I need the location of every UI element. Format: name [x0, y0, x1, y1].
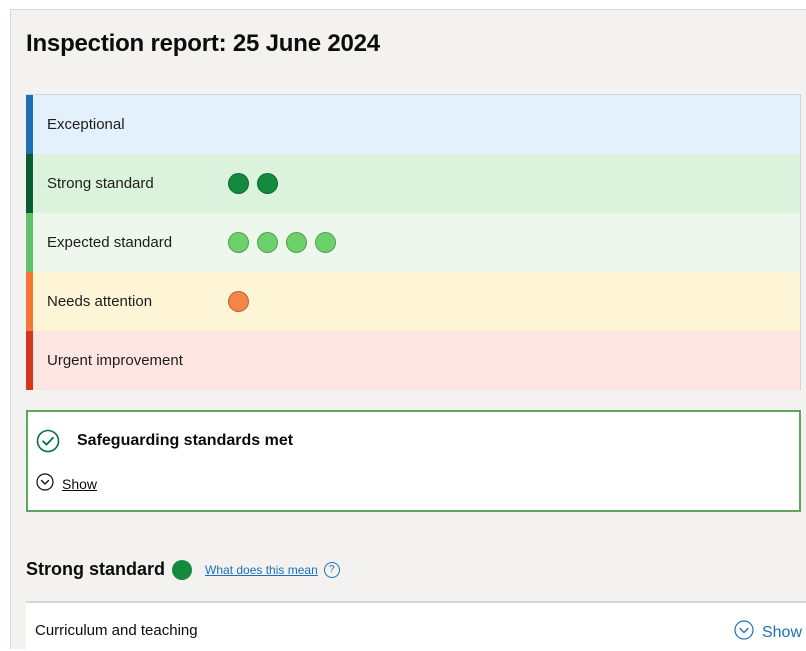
rating-dot [257, 232, 278, 253]
safeguarding-show-toggle[interactable]: Show [36, 473, 97, 494]
scale-row-label: Strong standard [47, 175, 154, 192]
rating-dot [286, 232, 307, 253]
scale-row-label: Urgent improvement [47, 352, 183, 369]
chevron-down-circle-icon [36, 473, 54, 494]
scale-row-label: Needs attention [47, 293, 153, 310]
rating-dots [228, 291, 249, 312]
rating-dot [228, 173, 249, 194]
scale-row-label: Exceptional [47, 116, 125, 133]
accordion-item-curriculum-and-teaching[interactable]: Curriculum and teaching Show [26, 601, 806, 651]
summary-rating-dot [172, 559, 193, 580]
safeguarding-panel: Safeguarding standards met Show [26, 410, 801, 512]
scale-row-exceptional: Exceptional [26, 95, 800, 154]
scale-row-urgent-improvement: Urgent improvement [26, 331, 800, 390]
page-title: Inspection report: 25 June 2024 [26, 30, 380, 57]
rating-dot [228, 232, 249, 253]
summary-title: Strong standard [26, 559, 166, 579]
scale-row-label: Expected standard [47, 234, 173, 251]
report-panel: Inspection report: 25 June 2024 Exceptio… [10, 9, 806, 651]
rating-dots [228, 173, 278, 194]
rating-dot [257, 173, 278, 194]
scale-row-expected-standard: Expected standard [26, 213, 800, 272]
help-icon[interactable]: ? [323, 561, 340, 578]
rating-dot [315, 232, 336, 253]
accordion-show-button[interactable]: Show [734, 620, 802, 645]
rating-dot [228, 291, 249, 312]
show-label: Show [761, 623, 802, 641]
chevron-down-circle-icon [734, 620, 754, 645]
safeguarding-title: Safeguarding standards met [77, 432, 294, 449]
scale-row-strong-standard: Strong standard [26, 154, 800, 213]
scale-color-bar [26, 213, 33, 272]
rating-scale: Exceptional Strong standard Expected sta… [26, 94, 801, 390]
accordion-item-label: Curriculum and teaching [35, 622, 198, 639]
scale-color-bar [26, 154, 33, 213]
scale-row-needs-attention: Needs attention [26, 272, 800, 331]
scale-color-bar [26, 331, 33, 390]
what-does-this-mean-link[interactable]: What does this mean [205, 563, 318, 577]
show-label: Show [62, 475, 98, 492]
scale-color-bar [26, 272, 33, 331]
overall-summary: Strong standard What does this mean ? [26, 559, 340, 580]
rating-dots [228, 232, 336, 253]
scale-color-bar [26, 95, 33, 154]
check-circle-icon [36, 429, 60, 453]
